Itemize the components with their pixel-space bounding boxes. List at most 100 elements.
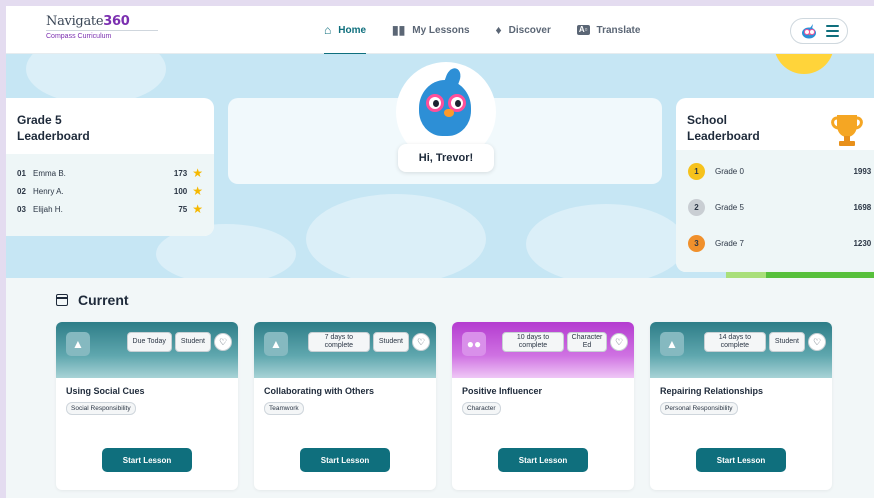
star-icon: ★ <box>192 184 203 198</box>
grade-leaderboard-list: 01 Emma B. 173 ★ 02 Henry A. 100 ★ 03 El… <box>6 154 214 236</box>
lesson-card[interactable]: ●● 10 days to complete Character Ed ♡ Po… <box>452 322 634 490</box>
points-value: 100 <box>173 186 188 196</box>
mascot-beak <box>444 109 454 117</box>
lesson-card-banner: ▲ 7 days to complete Student ♡ <box>254 322 436 378</box>
nav-my-lessons-label: My Lessons <box>412 24 470 36</box>
school-leaderboard-row: 3 Grade 7 1230 ★ <box>688 234 874 252</box>
main-nav: ⌂ Home ▮▮ My Lessons ♦ Discover A▫ Trans… <box>324 6 641 55</box>
points-value: 1698 <box>853 202 872 212</box>
cloud-decoration <box>526 204 686 278</box>
rank-number: 02 <box>17 186 26 196</box>
lesson-card[interactable]: ▲ 7 days to complete Student ♡ Collabora… <box>254 322 436 490</box>
lesson-title: Collaborating with Others <box>264 386 375 396</box>
graduate-icon: ▲ <box>66 332 90 356</box>
lesson-title: Using Social Cues <box>66 386 145 396</box>
audience-badge: Character Ed <box>567 332 607 352</box>
lesson-card-banner: ●● 10 days to complete Character Ed ♡ <box>452 322 634 378</box>
grade-name: Grade 0 <box>715 166 744 176</box>
nav-my-lessons[interactable]: ▮▮ My Lessons <box>392 6 469 54</box>
start-lesson-button[interactable]: Start Lesson <box>102 448 192 472</box>
home-icon: ⌂ <box>324 23 332 37</box>
greeting-label: Hi, Trevor! <box>398 144 494 172</box>
student-name: Emma B. <box>33 168 66 178</box>
hamburger-menu-icon <box>825 25 839 37</box>
audience-badge: Student <box>372 332 409 352</box>
lesson-category-badge: Social Responsibility <box>66 402 136 415</box>
favorite-heart-icon[interactable]: ♡ <box>808 333 826 351</box>
favorite-heart-icon[interactable]: ♡ <box>214 333 232 351</box>
lesson-tags: 7 days to complete Student ♡ <box>307 332 430 352</box>
leaderboard-row: 01 Emma B. 173 ★ <box>6 164 214 182</box>
lesson-tags: Due Today Student ♡ <box>126 332 232 352</box>
start-lesson-button[interactable]: Start Lesson <box>300 448 390 472</box>
due-badge: 14 days to complete <box>703 332 766 352</box>
cloud-decoration <box>26 54 166 104</box>
rank-number: 01 <box>17 168 26 178</box>
school-leaderboard-row: 1 Grade 0 1993 ★ <box>688 162 874 180</box>
lesson-title: Positive Influencer <box>462 386 543 396</box>
lesson-tags: 10 days to complete Character Ed ♡ <box>502 332 628 352</box>
current-section-header: Current <box>56 292 129 308</box>
lesson-card-banner: ▲ 14 days to complete Student ♡ <box>650 322 832 378</box>
star-icon: ★ <box>192 202 203 216</box>
lesson-category-badge: Personal Responsibility <box>660 402 738 415</box>
student-name: Henry A. <box>33 186 64 196</box>
school-leaderboard-row: 2 Grade 5 1698 ★ <box>688 198 874 216</box>
lesson-title: Repairing Relationships <box>660 386 764 396</box>
mascot-avatar-icon <box>801 24 816 39</box>
current-section-title: Current <box>78 292 129 308</box>
lesson-card[interactable]: ▲ 14 days to complete Student ♡ Repairin… <box>650 322 832 490</box>
top-navbar: Navigate360 Compass Curriculum ⌂ Home ▮▮… <box>6 6 874 55</box>
logo-title: Navigate360 <box>46 14 130 29</box>
graduate-icon: ▲ <box>660 332 684 356</box>
rank-medal-icon: 3 <box>688 234 705 252</box>
nav-home[interactable]: ⌂ Home <box>324 6 367 55</box>
mascot-eye <box>426 94 444 112</box>
due-badge: Due Today <box>126 332 172 352</box>
sun-decoration <box>774 54 834 74</box>
grade-leaderboard-card: Grade 5 Leaderboard 01 Emma B. 173 ★ 02 … <box>6 98 214 236</box>
audience-badge: Student <box>174 332 211 352</box>
graduate-icon: ▲ <box>264 332 288 356</box>
due-badge: 7 days to complete <box>307 332 370 352</box>
favorite-heart-icon[interactable]: ♡ <box>610 333 628 351</box>
rank-number: 03 <box>17 204 26 214</box>
translate-icon: A▫ <box>576 25 590 35</box>
lesson-card-banner: ▲ Due Today Student ♡ <box>56 322 238 378</box>
nav-translate-label: Translate <box>596 24 641 36</box>
school-leaderboard-title: School Leaderboard <box>687 113 760 143</box>
leaderboard-row: 02 Henry A. 100 ★ <box>6 182 214 200</box>
audience-badge: Student <box>768 332 805 352</box>
points-value: 173 <box>173 168 188 178</box>
grade-leaderboard-title: Grade 5 Leaderboard <box>17 113 90 143</box>
lesson-card[interactable]: ▲ Due Today Student ♡ Using Social Cues … <box>56 322 238 490</box>
books-icon: ▮▮ <box>392 23 406 37</box>
points-value: 75 <box>178 204 188 214</box>
nav-translate[interactable]: A▫ Translate <box>576 6 641 54</box>
logo-subtitle: Compass Curriculum <box>46 33 112 40</box>
calendar-icon <box>56 294 68 306</box>
due-badge: 10 days to complete <box>502 332 564 352</box>
trophy-icon <box>831 115 863 146</box>
user-menu-button[interactable] <box>790 18 848 44</box>
student-name: Elijah H. <box>33 204 63 214</box>
lesson-category-badge: Teamwork <box>264 402 304 415</box>
app-frame: Navigate360 Compass Curriculum ⌂ Home ▮▮… <box>6 6 874 498</box>
school-leaderboard-list: 1 Grade 0 1993 ★ 2 Grade 5 1698 ★ 3 Grad… <box>676 150 874 272</box>
star-icon: ★ <box>192 166 203 180</box>
nav-home-label: Home <box>338 24 367 36</box>
start-lesson-button[interactable]: Start Lesson <box>498 448 588 472</box>
points-value: 1993 <box>853 166 872 176</box>
nav-discover-label: Discover <box>508 24 551 36</box>
grade-name: Grade 5 <box>715 202 744 212</box>
points-value: 1230 <box>853 238 872 248</box>
group-icon: ●● <box>462 332 486 356</box>
favorite-heart-icon[interactable]: ♡ <box>412 333 430 351</box>
grade-name: Grade 7 <box>715 238 744 248</box>
compass-icon: ♦ <box>495 23 502 37</box>
rank-medal-icon: 1 <box>688 162 705 180</box>
logo[interactable]: Navigate360 Compass Curriculum <box>46 14 158 40</box>
start-lesson-button[interactable]: Start Lesson <box>696 448 786 472</box>
nav-discover[interactable]: ♦ Discover <box>496 6 551 54</box>
leaderboard-row: 03 Elijah H. 75 ★ <box>6 200 214 218</box>
